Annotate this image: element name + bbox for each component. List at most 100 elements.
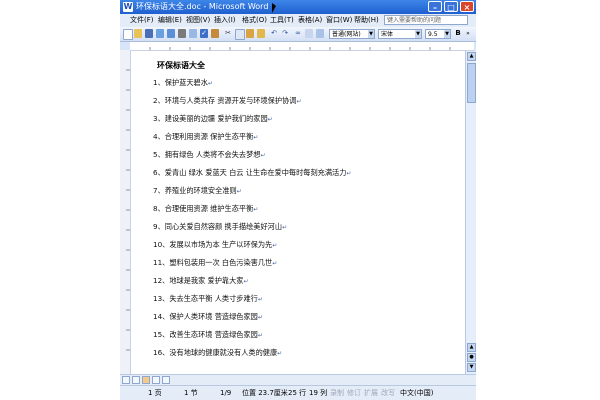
line-text: 12、地球是我家 爱护靠大家 — [153, 276, 244, 285]
paragraph-mark-icon: ↵ — [260, 152, 266, 159]
menu-view[interactable]: 视图(V) — [186, 16, 210, 25]
email-icon[interactable] — [167, 29, 175, 38]
menu-insert[interactable]: 插入(I) — [214, 16, 236, 25]
line-text: 16、没有地球的健康就没有人类的健康 — [153, 348, 278, 357]
paragraph-mark-icon: ↵ — [346, 170, 352, 177]
line-text: 13、失去生态平衡 人类寸步难行 — [153, 294, 258, 303]
print-layout-view-icon[interactable] — [142, 376, 150, 384]
open-folder-icon[interactable] — [134, 29, 142, 38]
status-overtype[interactable]: 改写 — [381, 389, 395, 398]
title-bar[interactable]: W 环保标语大全.doc - Microsoft Word – □ × — [120, 0, 476, 14]
paragraph-mark-icon: ↵ — [257, 314, 263, 321]
style-dropdown[interactable]: 普通(网站) ▼ — [329, 29, 375, 39]
paragraph-mark-icon: ↵ — [267, 116, 273, 123]
line-text: 4、合理利用资源 保护生态平衡 — [153, 132, 254, 141]
line-text: 7、养殖业的环境安全准则 — [153, 186, 237, 195]
menu-file[interactable]: 文件(F) — [130, 16, 154, 25]
reading-layout-view-icon[interactable] — [162, 376, 170, 384]
insert-hyperlink-icon[interactable]: ∞ — [294, 29, 302, 38]
minimize-button[interactable]: – — [428, 1, 442, 12]
toolbar-options-icon[interactable]: » — [464, 29, 472, 38]
font-size-value: 9.5 — [428, 31, 438, 38]
new-document-icon[interactable] — [123, 29, 133, 40]
format-painter-icon[interactable] — [257, 29, 265, 38]
menu-table[interactable]: 表格(A) — [298, 16, 322, 25]
tables-borders-icon[interactable] — [305, 29, 313, 38]
scroll-up-icon[interactable]: ▲ — [467, 52, 476, 61]
select-browse-object-icon[interactable]: ● — [467, 353, 476, 362]
close-button[interactable]: × — [460, 1, 474, 12]
menu-tools[interactable]: 工具(T) — [270, 16, 294, 25]
cut-icon[interactable]: ✂ — [224, 29, 232, 38]
menu-format[interactable]: 格式(O) — [242, 16, 267, 25]
document-line: 11、塑料包装用一次 白色污染害几世↵ — [153, 258, 277, 269]
paragraph-mark-icon: ↵ — [296, 98, 302, 105]
paragraph-mark-icon: ↵ — [243, 278, 249, 285]
status-track-changes[interactable]: 修订 — [347, 389, 361, 398]
help-search-input[interactable]: 键入需要帮助的问题 — [384, 15, 468, 25]
print-icon[interactable] — [178, 29, 186, 38]
document-page[interactable]: 环保标语大全 1、保护蓝天碧水↵ 2、环境与人类共存 资源开发与环境保护协调↵ … — [131, 51, 465, 374]
menu-edit[interactable]: 编辑(E) — [158, 16, 182, 25]
font-dropdown[interactable]: 宋体 ▼ — [378, 29, 422, 39]
toolbar: ✓ ✂ ↶ ↷ ∞ 普通(网站) ▼ 宋体 ▼ 9.5 ▼ B » — [120, 27, 476, 42]
line-text: 2、环境与人类共存 资源开发与环境保护协调 — [153, 96, 297, 105]
window-controls: – □ × — [428, 1, 474, 12]
line-text: 9、同心关爱自然容颜 携手描绘美好河山 — [153, 222, 283, 231]
chevron-down-icon: ▼ — [368, 30, 374, 38]
undo-icon[interactable]: ↶ — [270, 29, 278, 38]
print-preview-icon[interactable] — [189, 29, 197, 38]
line-text: 8、合理使用资源 维护生态平衡 — [153, 204, 254, 213]
bold-icon[interactable]: B — [454, 29, 462, 38]
status-page-of: 1/9 — [220, 389, 232, 397]
outline-view-icon[interactable] — [152, 376, 160, 384]
copy-icon[interactable] — [235, 29, 245, 40]
insert-table-icon[interactable] — [316, 29, 324, 38]
redo-icon[interactable]: ↷ — [281, 29, 289, 38]
status-position: 位置 23.7厘米 — [242, 389, 288, 397]
line-text: 6、爱青山 绿水 爱蓝天 白云 让生命在爱中每时每刻充满活力 — [153, 168, 347, 177]
word-window: W 环保标语大全.doc - Microsoft Word – □ × 文件(F… — [120, 0, 476, 400]
menu-help[interactable]: 帮助(H) — [354, 16, 379, 25]
status-extend[interactable]: 扩展 — [364, 389, 378, 398]
status-column: 19 列 — [309, 389, 328, 397]
save-icon[interactable] — [145, 29, 153, 38]
vertical-ruler[interactable] — [120, 50, 131, 380]
word-app-icon[interactable]: W — [123, 2, 133, 12]
line-text: 14、保护人类环境 营造绿色家园 — [153, 312, 258, 321]
paragraph-mark-icon: ↵ — [236, 188, 242, 195]
paste-icon[interactable] — [246, 29, 254, 38]
horizontal-ruler[interactable] — [130, 42, 474, 51]
document-line: 5、拥有绿色 人类将不会失去梦想↵ — [153, 150, 266, 161]
research-icon[interactable] — [211, 29, 219, 38]
status-language: 中文(中国) — [400, 389, 434, 397]
menu-bar: 文件(F) 编辑(E) 视图(V) 插入(I) 格式(O) 工具(T) 表格(A… — [120, 14, 476, 28]
chevron-down-icon: ▼ — [415, 30, 421, 38]
document-line: 10、发展以市场为本 生产以环保为先↵ — [153, 240, 277, 251]
document-title: 环保标语大全 — [157, 61, 205, 70]
line-text: 5、拥有绿色 人类将不会失去梦想 — [153, 150, 261, 159]
paragraph-mark-icon: ↵ — [272, 260, 278, 267]
document-line: 9、同心关爱自然容颜 携手描绘美好河山↵ — [153, 222, 287, 233]
spelling-icon[interactable]: ✓ — [200, 29, 208, 38]
font-size-dropdown[interactable]: 9.5 ▼ — [425, 29, 451, 39]
menu-window[interactable]: 窗口(W) — [326, 16, 352, 25]
font-value: 宋体 — [381, 31, 394, 38]
document-line: 1、保护蓝天碧水↵ — [153, 78, 213, 89]
scrollbar-thumb[interactable] — [467, 63, 476, 103]
web-layout-view-icon[interactable] — [132, 376, 140, 384]
vertical-scrollbar[interactable]: ▲ ▲ ● ▼ — [465, 51, 476, 374]
status-section: 1 节 — [184, 389, 198, 397]
next-page-icon[interactable]: ▼ — [467, 363, 476, 372]
document-line: 2、环境与人类共存 资源开发与环境保护协调↵ — [153, 96, 301, 107]
line-text: 1、保护蓝天碧水 — [153, 78, 208, 87]
previous-page-icon[interactable]: ▲ — [467, 343, 476, 352]
maximize-button[interactable]: □ — [444, 1, 458, 12]
permission-icon[interactable] — [156, 29, 164, 38]
status-record[interactable]: 录制 — [330, 389, 344, 398]
line-text: 11、塑料包装用一次 白色污染害几世 — [153, 258, 273, 267]
normal-view-icon[interactable] — [122, 376, 130, 384]
paragraph-mark-icon: ↵ — [277, 350, 283, 357]
document-line: 7、养殖业的环境安全准则↵ — [153, 186, 242, 197]
paragraph-mark-icon: ↵ — [282, 224, 288, 231]
